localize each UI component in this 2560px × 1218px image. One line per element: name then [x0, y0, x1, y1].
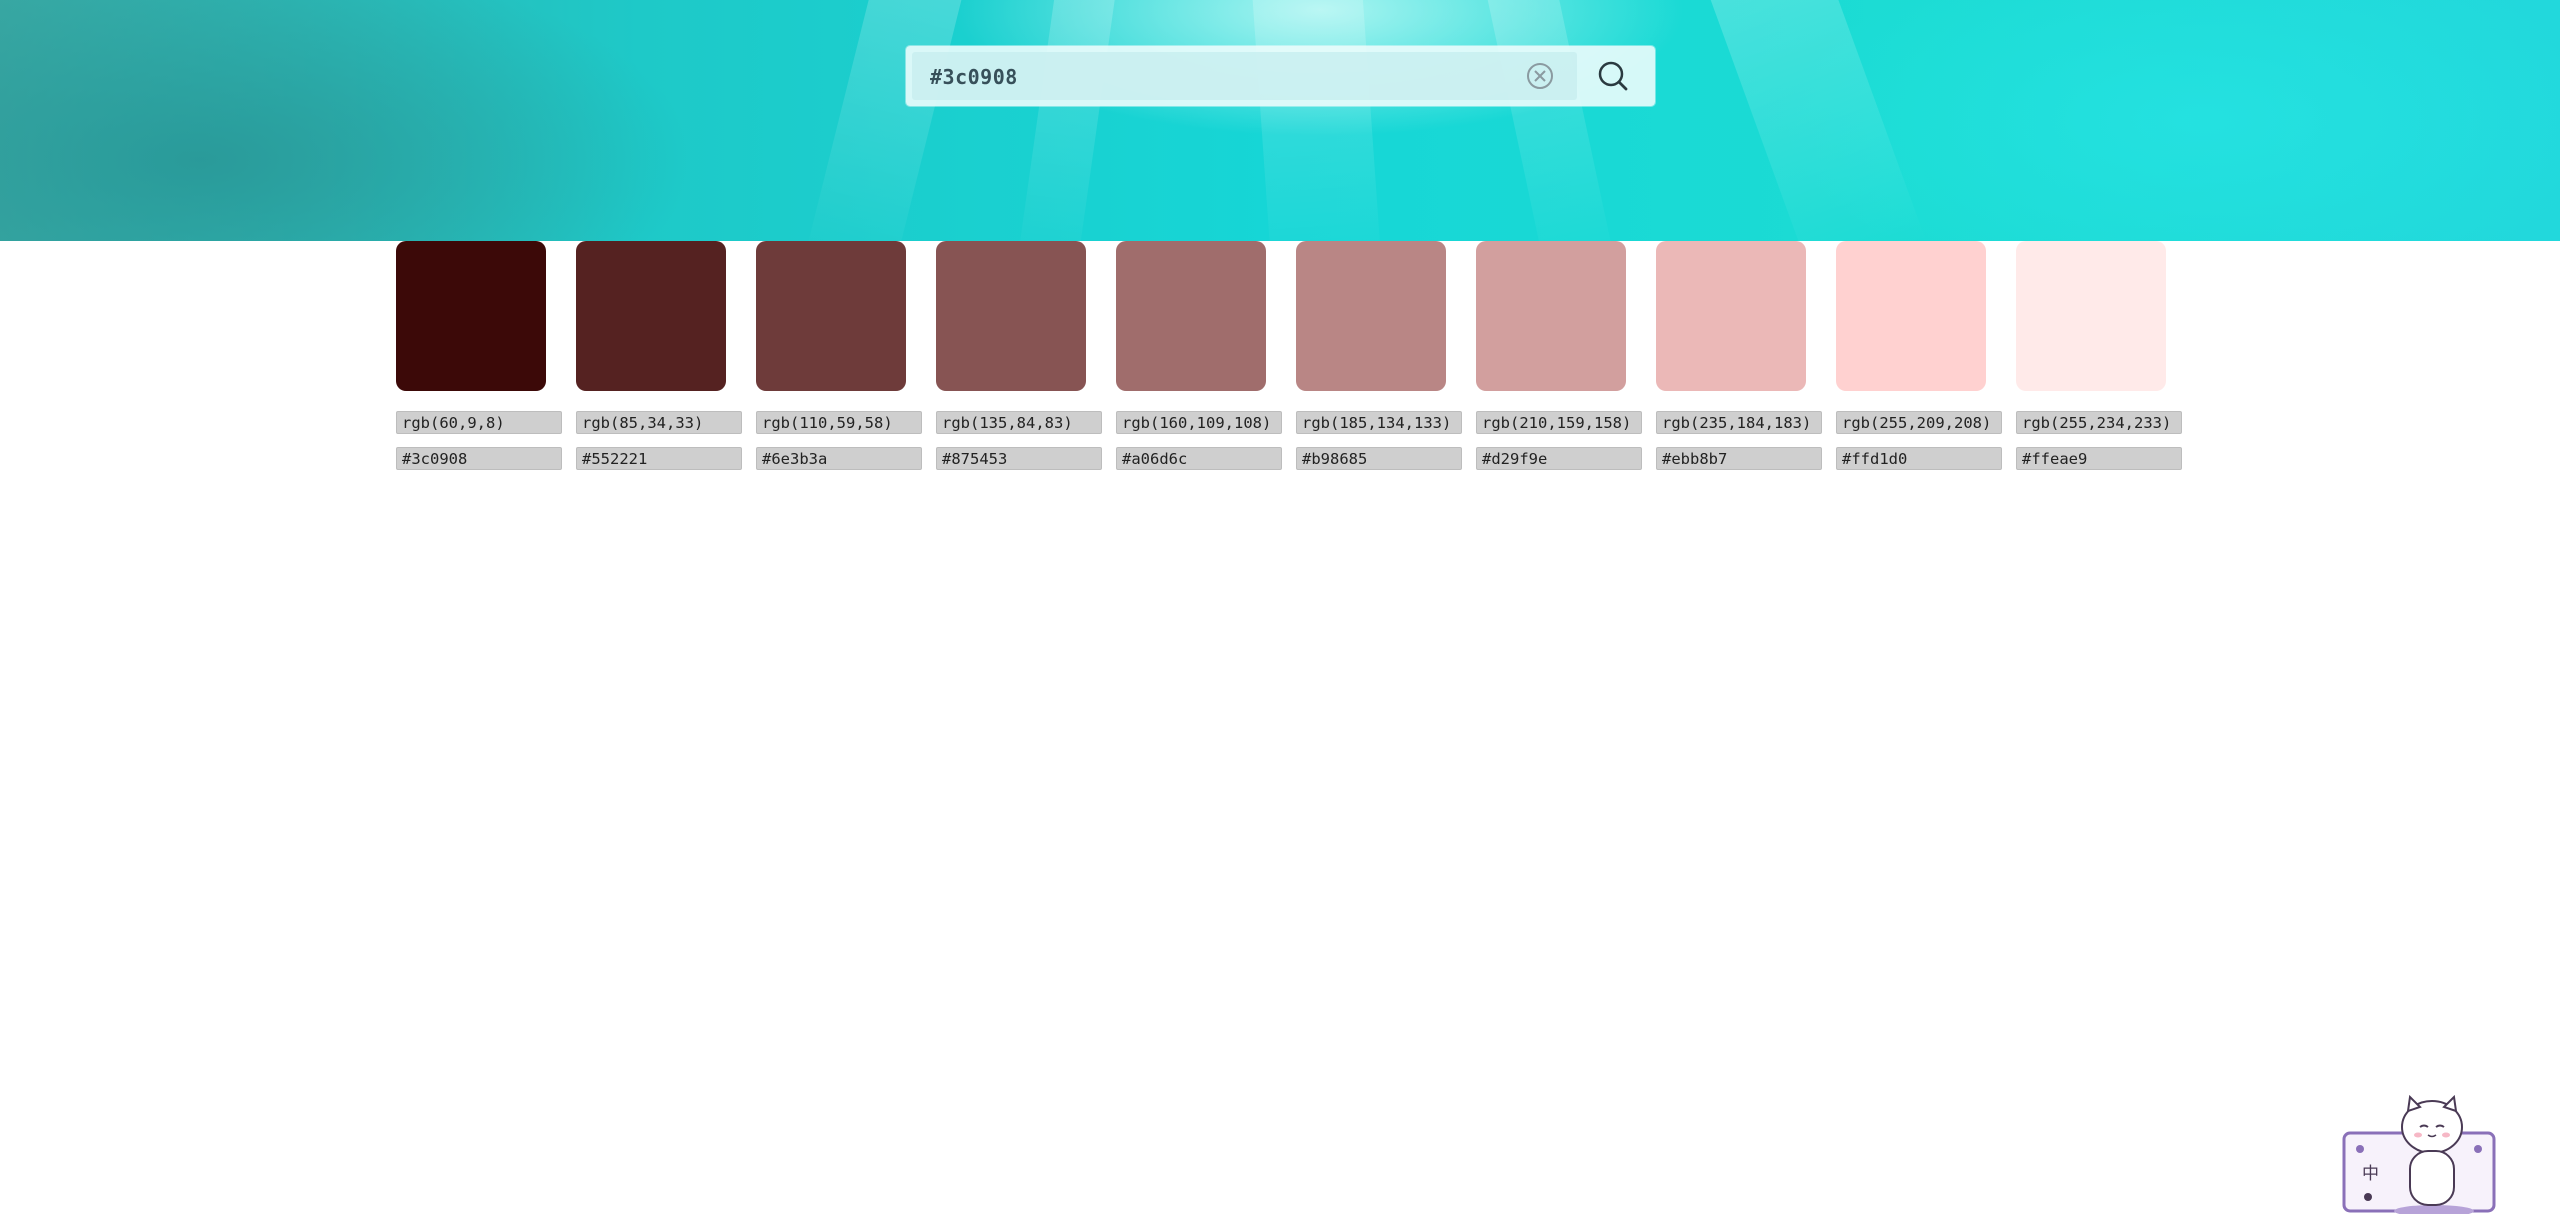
rgb-code[interactable]: rgb(235,184,183) — [1656, 411, 1822, 434]
color-swatch[interactable] — [1476, 241, 1626, 391]
clear-button[interactable] — [1526, 62, 1554, 90]
hex-code[interactable]: #b98685 — [1296, 447, 1462, 470]
hex-code[interactable]: #3c0908 — [396, 447, 562, 470]
rgb-code[interactable]: rgb(255,209,208) — [1836, 411, 2002, 434]
search-field — [912, 52, 1577, 102]
magnifier-icon — [1598, 61, 1628, 91]
cat-mascot-icon — [2342, 1094, 2496, 1217]
rgb-code[interactable]: rgb(185,134,133) — [1296, 411, 1462, 434]
hex-code[interactable]: #552221 — [576, 447, 742, 470]
color-swatch[interactable] — [396, 241, 546, 391]
rgb-code[interactable]: rgb(160,109,108) — [1116, 411, 1282, 434]
language-toggle-mascot[interactable]: 中 — [2340, 1094, 2500, 1217]
rgb-code[interactable]: rgb(110,59,58) — [756, 411, 922, 434]
search-button[interactable] — [1588, 52, 1638, 100]
rgb-code[interactable]: rgb(135,84,83) — [936, 411, 1102, 434]
color-swatch[interactable] — [1116, 241, 1266, 391]
light-ray — [1480, 0, 1616, 241]
light-ray — [1703, 0, 1926, 241]
color-swatch[interactable] — [576, 241, 726, 391]
rgb-code[interactable]: rgb(255,234,233) — [2016, 411, 2182, 434]
hex-code[interactable]: #875453 — [936, 447, 1102, 470]
hex-code[interactable]: #6e3b3a — [756, 447, 922, 470]
rgb-code[interactable]: rgb(210,159,158) — [1476, 411, 1642, 434]
light-ray — [1250, 0, 1383, 241]
language-badge: 中 — [2362, 1164, 2379, 1184]
light-ray — [803, 0, 969, 241]
circle-x-icon — [1527, 63, 1553, 89]
hex-code[interactable]: #ebb8b7 — [1656, 447, 1822, 470]
color-swatch[interactable] — [756, 241, 906, 391]
rgb-code[interactable]: rgb(60,9,8) — [396, 411, 562, 434]
rgb-code[interactable]: rgb(85,34,33) — [576, 411, 742, 434]
color-swatch[interactable] — [1836, 241, 1986, 391]
color-search-input[interactable] — [928, 52, 1512, 102]
search-box — [906, 46, 1655, 106]
color-swatch[interactable] — [2016, 241, 2166, 391]
hex-code[interactable]: #a06d6c — [1116, 447, 1282, 470]
hero-banner — [0, 0, 2560, 241]
hex-code[interactable]: #ffd1d0 — [1836, 447, 2002, 470]
light-ray — [1015, 0, 1120, 241]
hex-code[interactable]: #ffeae9 — [2016, 447, 2182, 470]
hex-code[interactable]: #d29f9e — [1476, 447, 1642, 470]
color-swatch[interactable] — [1296, 241, 1446, 391]
color-swatch[interactable] — [936, 241, 1086, 391]
color-swatch[interactable] — [1656, 241, 1806, 391]
